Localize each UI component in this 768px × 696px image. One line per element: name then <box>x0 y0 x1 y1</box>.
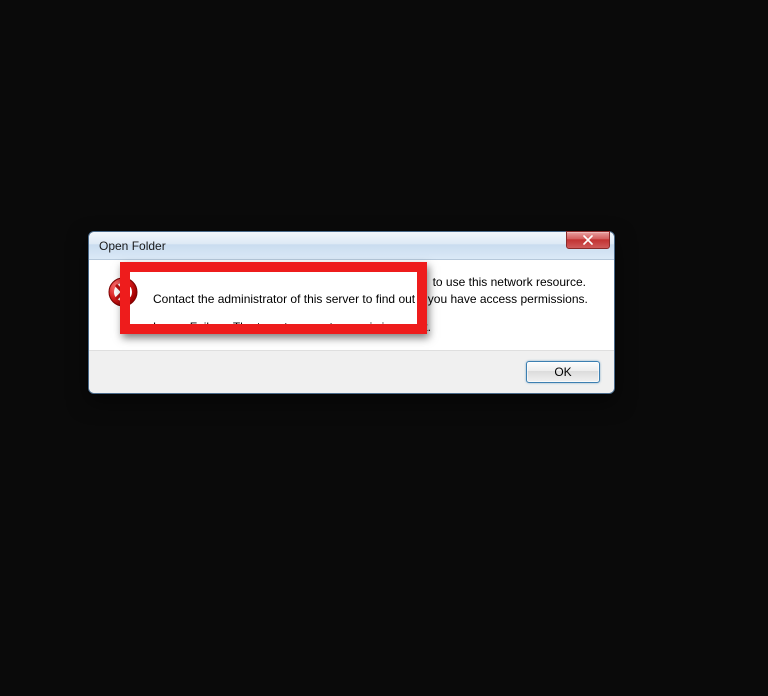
message-line-2: Contact the administrator of this server… <box>153 291 596 308</box>
error-dialog: Open Folder to use this network resource… <box>88 231 615 394</box>
error-icon <box>107 276 139 308</box>
dialog-button-row: OK <box>89 350 614 393</box>
close-button[interactable] <box>566 231 610 249</box>
ok-button[interactable]: OK <box>526 361 600 383</box>
dialog-titlebar[interactable]: Open Folder <box>89 232 614 260</box>
dialog-message: to use this network resource. Contact th… <box>153 274 596 340</box>
dialog-title: Open Folder <box>99 239 608 253</box>
close-icon <box>583 235 593 245</box>
message-line-3: Logon Failure: The target account name i… <box>153 319 596 336</box>
dialog-body: to use this network resource. Contact th… <box>89 260 614 350</box>
message-line-1: to use this network resource. <box>153 274 596 291</box>
